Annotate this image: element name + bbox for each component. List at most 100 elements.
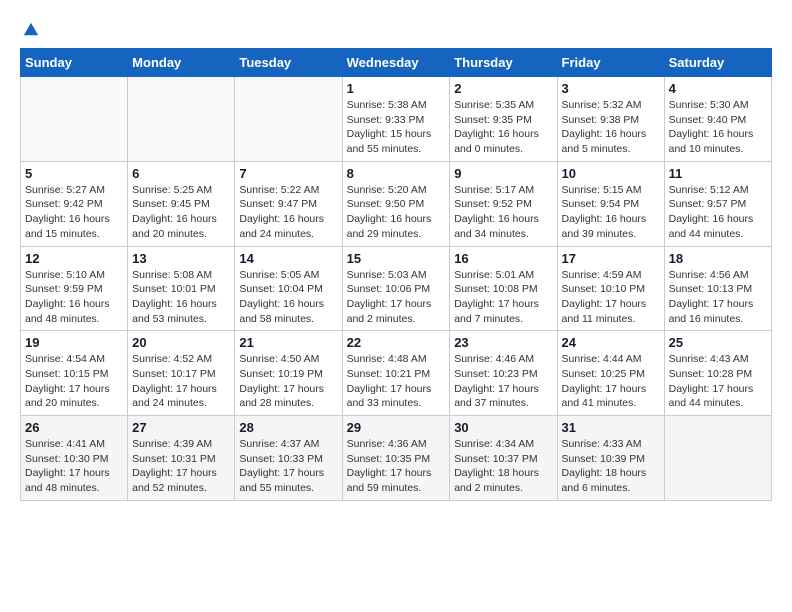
logo [20, 20, 40, 38]
calendar-cell: 19 Sunrise: 4:54 AM Sunset: 10:15 PM Dayl… [21, 331, 128, 416]
calendar-cell: 26 Sunrise: 4:41 AM Sunset: 10:30 PM Dayl… [21, 416, 128, 501]
day-info: Sunrise: 4:52 AM Sunset: 10:17 PM Daylig… [132, 352, 230, 411]
day-info: Sunrise: 5:38 AM Sunset: 9:33 PM Dayligh… [347, 98, 446, 157]
day-number: 27 [132, 420, 230, 435]
day-number: 23 [454, 335, 552, 350]
calendar-cell: 31 Sunrise: 4:33 AM Sunset: 10:39 PM Dayl… [557, 416, 664, 501]
calendar-cell: 16 Sunrise: 5:01 AM Sunset: 10:08 PM Dayl… [450, 246, 557, 331]
day-number: 30 [454, 420, 552, 435]
weekday-sunday: Sunday [21, 49, 128, 77]
day-info: Sunrise: 4:39 AM Sunset: 10:31 PM Daylig… [132, 437, 230, 496]
day-info: Sunrise: 5:15 AM Sunset: 9:54 PM Dayligh… [562, 183, 660, 242]
day-info: Sunrise: 5:22 AM Sunset: 9:47 PM Dayligh… [239, 183, 337, 242]
calendar-cell: 4 Sunrise: 5:30 AM Sunset: 9:40 PM Daylig… [664, 77, 771, 162]
calendar-cell: 25 Sunrise: 4:43 AM Sunset: 10:28 PM Dayl… [664, 331, 771, 416]
day-info: Sunrise: 5:25 AM Sunset: 9:45 PM Dayligh… [132, 183, 230, 242]
day-number: 10 [562, 166, 660, 181]
calendar-cell [21, 77, 128, 162]
calendar-cell: 17 Sunrise: 4:59 AM Sunset: 10:10 PM Dayl… [557, 246, 664, 331]
day-number: 19 [25, 335, 123, 350]
day-number: 2 [454, 81, 552, 96]
day-info: Sunrise: 5:08 AM Sunset: 10:01 PM Daylig… [132, 268, 230, 327]
day-info: Sunrise: 4:43 AM Sunset: 10:28 PM Daylig… [669, 352, 767, 411]
day-info: Sunrise: 4:36 AM Sunset: 10:35 PM Daylig… [347, 437, 446, 496]
day-info: Sunrise: 5:01 AM Sunset: 10:08 PM Daylig… [454, 268, 552, 327]
day-number: 20 [132, 335, 230, 350]
day-info: Sunrise: 4:46 AM Sunset: 10:23 PM Daylig… [454, 352, 552, 411]
day-info: Sunrise: 5:03 AM Sunset: 10:06 PM Daylig… [347, 268, 446, 327]
day-info: Sunrise: 4:41 AM Sunset: 10:30 PM Daylig… [25, 437, 123, 496]
page-header [20, 20, 772, 38]
day-number: 5 [25, 166, 123, 181]
day-number: 16 [454, 251, 552, 266]
week-row-4: 19 Sunrise: 4:54 AM Sunset: 10:15 PM Dayl… [21, 331, 772, 416]
calendar-cell: 5 Sunrise: 5:27 AM Sunset: 9:42 PM Daylig… [21, 161, 128, 246]
calendar-cell: 27 Sunrise: 4:39 AM Sunset: 10:31 PM Dayl… [128, 416, 235, 501]
calendar-cell [235, 77, 342, 162]
day-number: 17 [562, 251, 660, 266]
calendar-cell: 2 Sunrise: 5:35 AM Sunset: 9:35 PM Daylig… [450, 77, 557, 162]
calendar-cell: 22Sunrise: 4:48 AM Sunset: 10:21 PM Dayl… [342, 331, 450, 416]
day-number: 29 [347, 420, 446, 435]
calendar-cell: 30 Sunrise: 4:34 AM Sunset: 10:37 PM Dayl… [450, 416, 557, 501]
day-number: 6 [132, 166, 230, 181]
day-info: Sunrise: 4:44 AM Sunset: 10:25 PM Daylig… [562, 352, 660, 411]
calendar-cell: 12Sunrise: 5:10 AM Sunset: 9:59 PM Dayli… [21, 246, 128, 331]
day-info: Sunrise: 4:34 AM Sunset: 10:37 PM Daylig… [454, 437, 552, 496]
day-number: 18 [669, 251, 767, 266]
weekday-saturday: Saturday [664, 49, 771, 77]
day-info: Sunrise: 4:50 AM Sunset: 10:19 PM Daylig… [239, 352, 337, 411]
day-number: 12 [25, 251, 123, 266]
calendar-cell: 11 Sunrise: 5:12 AM Sunset: 9:57 PM Dayli… [664, 161, 771, 246]
calendar-cell: 6 Sunrise: 5:25 AM Sunset: 9:45 PM Daylig… [128, 161, 235, 246]
day-number: 9 [454, 166, 552, 181]
weekday-friday: Friday [557, 49, 664, 77]
calendar-cell: 9 Sunrise: 5:17 AM Sunset: 9:52 PM Daylig… [450, 161, 557, 246]
day-number: 25 [669, 335, 767, 350]
week-row-3: 12Sunrise: 5:10 AM Sunset: 9:59 PM Dayli… [21, 246, 772, 331]
calendar-cell: 23 Sunrise: 4:46 AM Sunset: 10:23 PM Dayl… [450, 331, 557, 416]
calendar-cell: 10 Sunrise: 5:15 AM Sunset: 9:54 PM Dayli… [557, 161, 664, 246]
calendar-cell: 21Sunrise: 4:50 AM Sunset: 10:19 PM Dayl… [235, 331, 342, 416]
day-info: Sunrise: 5:30 AM Sunset: 9:40 PM Dayligh… [669, 98, 767, 157]
logo-icon [22, 20, 40, 38]
day-info: Sunrise: 4:33 AM Sunset: 10:39 PM Daylig… [562, 437, 660, 496]
calendar-body: 1 Sunrise: 5:38 AM Sunset: 9:33 PM Daylig… [21, 77, 772, 501]
day-number: 14 [239, 251, 337, 266]
calendar-cell [664, 416, 771, 501]
day-number: 4 [669, 81, 767, 96]
day-info: Sunrise: 5:20 AM Sunset: 9:50 PM Dayligh… [347, 183, 446, 242]
day-info: Sunrise: 5:27 AM Sunset: 9:42 PM Dayligh… [25, 183, 123, 242]
day-number: 8 [347, 166, 446, 181]
day-info: Sunrise: 5:12 AM Sunset: 9:57 PM Dayligh… [669, 183, 767, 242]
day-number: 24 [562, 335, 660, 350]
day-number: 28 [239, 420, 337, 435]
week-row-1: 1 Sunrise: 5:38 AM Sunset: 9:33 PM Daylig… [21, 77, 772, 162]
day-number: 22 [347, 335, 446, 350]
day-info: Sunrise: 5:35 AM Sunset: 9:35 PM Dayligh… [454, 98, 552, 157]
day-number: 7 [239, 166, 337, 181]
day-info: Sunrise: 5:17 AM Sunset: 9:52 PM Dayligh… [454, 183, 552, 242]
day-number: 15 [347, 251, 446, 266]
day-number: 26 [25, 420, 123, 435]
day-number: 31 [562, 420, 660, 435]
week-row-5: 26 Sunrise: 4:41 AM Sunset: 10:30 PM Dayl… [21, 416, 772, 501]
calendar-cell: 1 Sunrise: 5:38 AM Sunset: 9:33 PM Daylig… [342, 77, 450, 162]
calendar-cell: 14Sunrise: 5:05 AM Sunset: 10:04 PM Dayl… [235, 246, 342, 331]
weekday-wednesday: Wednesday [342, 49, 450, 77]
calendar-cell: 18Sunrise: 4:56 AM Sunset: 10:13 PM Dayl… [664, 246, 771, 331]
weekday-tuesday: Tuesday [235, 49, 342, 77]
day-info: Sunrise: 5:32 AM Sunset: 9:38 PM Dayligh… [562, 98, 660, 157]
day-number: 1 [347, 81, 446, 96]
day-number: 11 [669, 166, 767, 181]
day-info: Sunrise: 4:59 AM Sunset: 10:10 PM Daylig… [562, 268, 660, 327]
weekday-thursday: Thursday [450, 49, 557, 77]
calendar-cell: 13Sunrise: 5:08 AM Sunset: 10:01 PM Dayl… [128, 246, 235, 331]
calendar-cell: 15 Sunrise: 5:03 AM Sunset: 10:06 PM Dayl… [342, 246, 450, 331]
day-info: Sunrise: 4:54 AM Sunset: 10:15 PM Daylig… [25, 352, 123, 411]
calendar-cell: 24 Sunrise: 4:44 AM Sunset: 10:25 PM Dayl… [557, 331, 664, 416]
weekday-header-row: SundayMondayTuesdayWednesdayThursdayFrid… [21, 49, 772, 77]
day-number: 3 [562, 81, 660, 96]
week-row-2: 5 Sunrise: 5:27 AM Sunset: 9:42 PM Daylig… [21, 161, 772, 246]
calendar-cell: 29 Sunrise: 4:36 AM Sunset: 10:35 PM Dayl… [342, 416, 450, 501]
